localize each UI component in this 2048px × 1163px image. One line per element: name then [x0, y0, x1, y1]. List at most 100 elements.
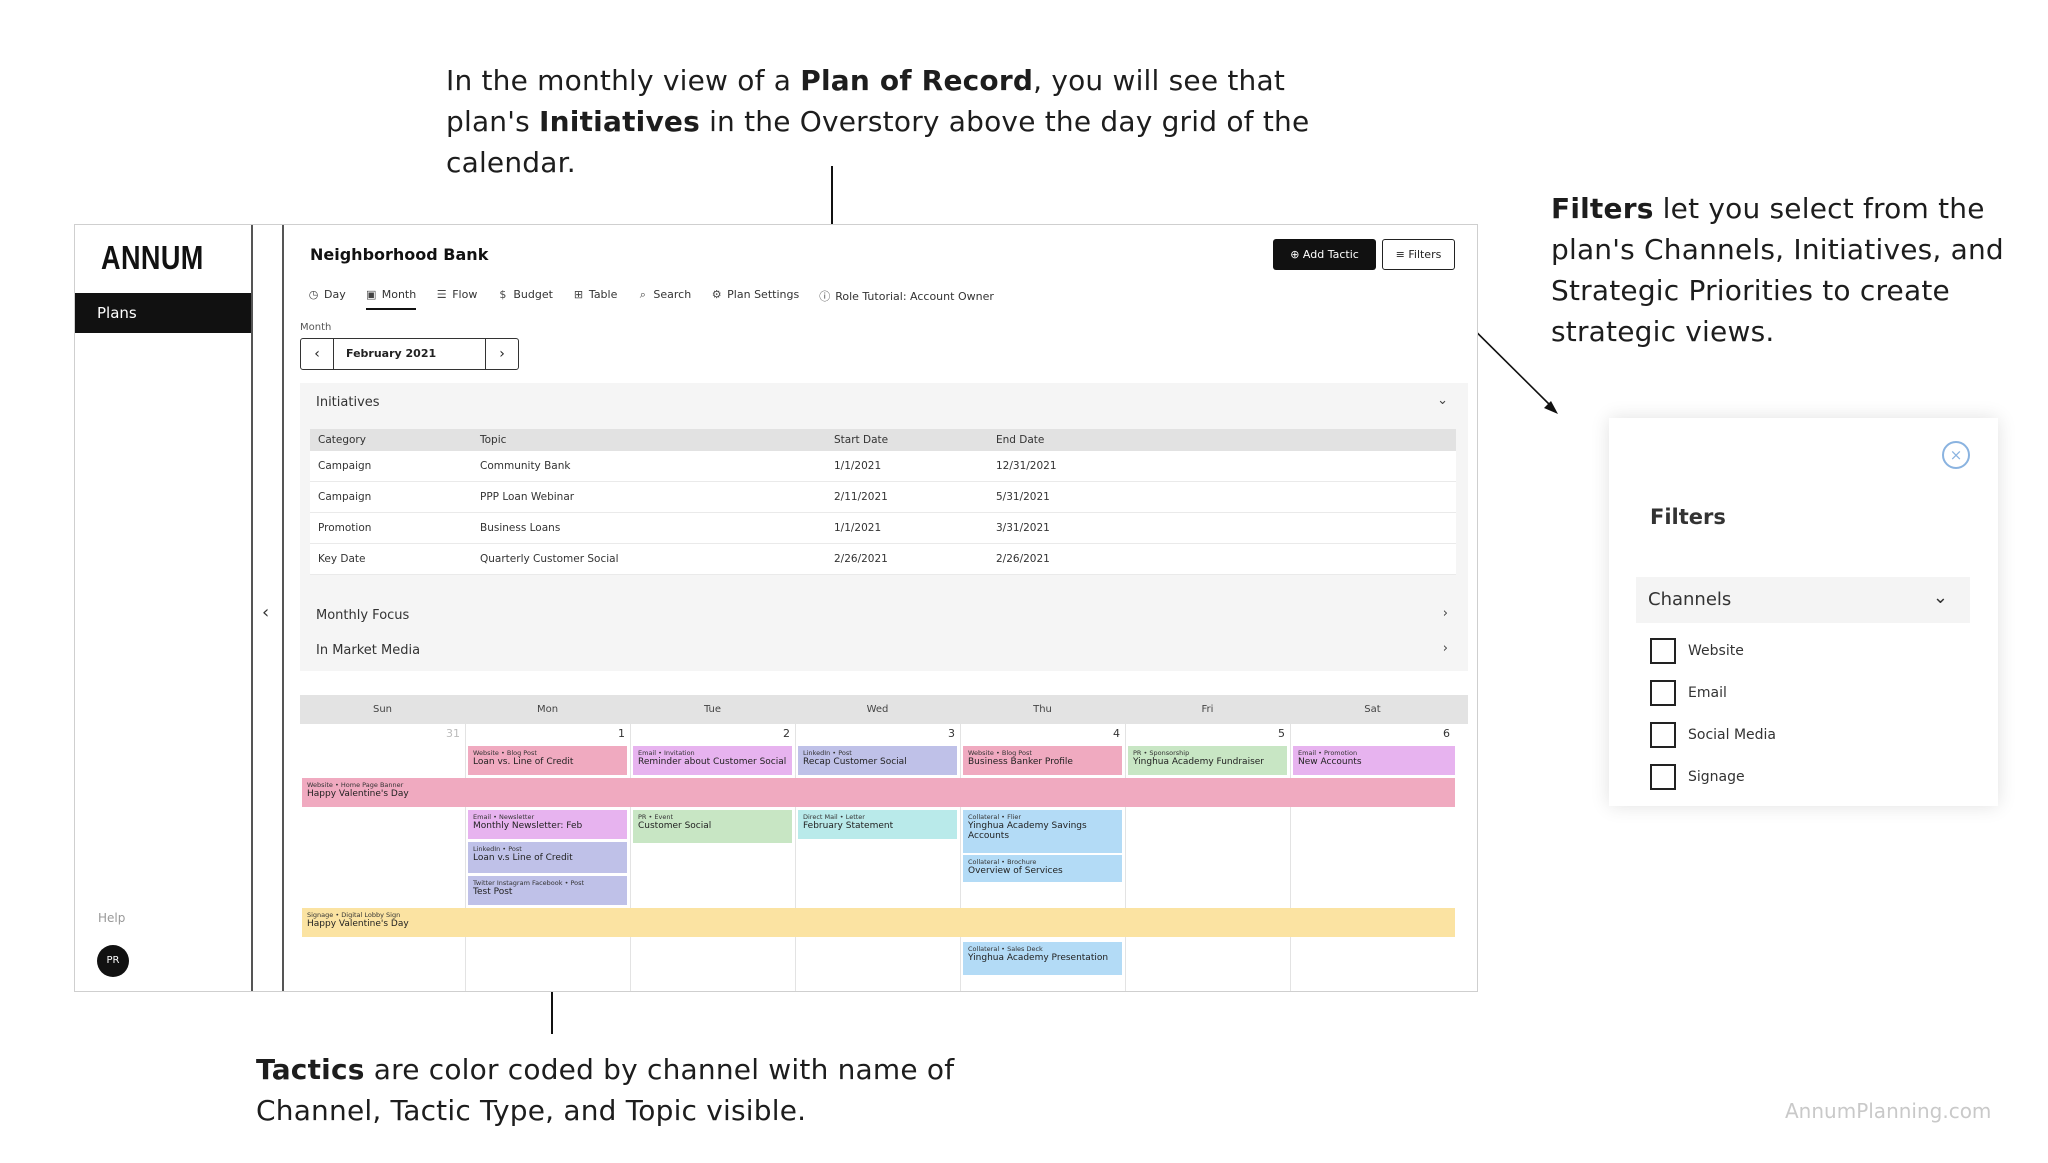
- tactic-card[interactable]: Signage • Digital Lobby Sign Happy Valen…: [302, 908, 1455, 937]
- chevron-right-icon[interactable]: ›: [1443, 641, 1448, 656]
- table-cell: 12/31/2021: [988, 451, 1456, 482]
- tactic-channel-type: PR • Event: [638, 813, 674, 821]
- table-cell: Key Date: [310, 543, 472, 575]
- tactic-channel-type: Collateral • Sales Deck: [968, 945, 1043, 953]
- chevron-left-icon[interactable]: ‹: [262, 602, 269, 623]
- day-number: 1: [618, 727, 625, 740]
- tactic-card[interactable]: Email • Promotion New Accounts: [1293, 746, 1455, 775]
- tab-plan-settings[interactable]: ⚙ Plan Settings: [711, 288, 799, 310]
- tab-role-tutorial[interactable]: ⓘ Role Tutorial: Account Owner: [819, 288, 994, 310]
- filters-label: Filters: [1408, 248, 1442, 261]
- tactic-topic: Recap Customer Social: [803, 757, 907, 767]
- table-icon: ⊞: [573, 288, 584, 301]
- tab-table[interactable]: ⊞ Table: [573, 288, 618, 310]
- tab-month[interactable]: ▣ Month: [365, 288, 417, 310]
- table-cell: 2/26/2021: [988, 543, 1456, 575]
- calendar-icon: ▣: [366, 288, 377, 301]
- table-cell: 1/1/2021: [826, 512, 988, 544]
- chevron-down-icon[interactable]: ⌄: [1437, 393, 1448, 408]
- tab-search[interactable]: ⌕ Search: [637, 288, 691, 310]
- tactic-topic: Customer Social: [638, 821, 712, 831]
- table-cell: 2/26/2021: [826, 543, 988, 575]
- grid-divider: [795, 724, 796, 991]
- checkbox[interactable]: [1650, 680, 1676, 706]
- prev-month-button[interactable]: ‹: [301, 339, 334, 369]
- tactic-card[interactable]: PR • Sponsorship Yinghua Academy Fundrai…: [1128, 746, 1287, 775]
- checkbox[interactable]: [1650, 764, 1676, 790]
- checkbox[interactable]: [1650, 638, 1676, 664]
- column-header[interactable]: End Date: [988, 429, 1456, 451]
- tactic-topic: Business Banker Profile: [968, 757, 1073, 767]
- next-month-button[interactable]: ›: [485, 339, 518, 369]
- monthly-focus-header[interactable]: Monthly Focus: [316, 608, 409, 623]
- table-cell: 5/31/2021: [988, 481, 1456, 513]
- tactic-card[interactable]: Email • Invitation Reminder about Custom…: [633, 746, 792, 775]
- tab-budget[interactable]: $ Budget: [497, 288, 553, 310]
- table-cell: 2/11/2021: [826, 481, 988, 513]
- table-row[interactable]: Campaign PPP Loan Webinar 2/11/2021 5/31…: [310, 481, 1456, 513]
- tactic-topic: New Accounts: [1298, 757, 1362, 767]
- add-tactic-button[interactable]: ⊕ Add Tactic: [1273, 239, 1376, 270]
- close-icon[interactable]: ×: [1942, 441, 1970, 469]
- grid-divider: [630, 724, 631, 991]
- calendar-grid: 31 1 2 3 4 5 6 Website • Blog Post Loan …: [300, 724, 1468, 991]
- tab-label: Role Tutorial: Account Owner: [835, 290, 994, 303]
- tactic-channel-type: Collateral • Flier: [968, 813, 1022, 821]
- tactic-topic: Yinghua Academy Fundraiser: [1133, 757, 1264, 767]
- tactic-card[interactable]: PR • Event Customer Social: [633, 810, 792, 843]
- filter-option-label: Signage: [1688, 769, 1745, 785]
- column-header[interactable]: Category: [310, 429, 472, 451]
- tab-label: Day: [324, 288, 346, 301]
- footer-brand: AnnumPlanning.com: [1785, 1099, 1992, 1123]
- sidebar-collapse-bar[interactable]: ‹: [253, 225, 284, 991]
- page-title: Neighborhood Bank: [310, 245, 489, 264]
- tactic-card[interactable]: Website • Blog Post Loan vs. Line of Cre…: [468, 746, 627, 775]
- tactic-card[interactable]: Twitter Instagram Facebook • Post Test P…: [468, 876, 627, 905]
- tactic-card[interactable]: Website • Home Page Banner Happy Valenti…: [302, 778, 1455, 807]
- grid-divider: [465, 724, 466, 991]
- avatar[interactable]: PR: [97, 945, 129, 977]
- sidebar-item-plans[interactable]: Plans: [75, 293, 251, 333]
- month-value[interactable]: February 2021: [346, 339, 436, 369]
- tab-flow[interactable]: ☰ Flow: [436, 288, 478, 310]
- channels-section-header[interactable]: Channels ⌄: [1636, 577, 1970, 623]
- caption-plan-of-record: In the monthly view of a Plan of Record,…: [446, 60, 1346, 183]
- weekday-label: Fri: [1201, 704, 1214, 715]
- tactic-card[interactable]: Collateral • Flier Yinghua Academy Savin…: [963, 810, 1122, 853]
- tactic-card[interactable]: Website • Blog Post Business Banker Prof…: [963, 746, 1122, 775]
- filters-title: Filters: [1650, 505, 1726, 529]
- table-cell: 1/1/2021: [826, 451, 988, 482]
- table-row[interactable]: Campaign Community Bank 1/1/2021 12/31/2…: [310, 451, 1456, 482]
- tactic-card[interactable]: Collateral • Brochure Overview of Servic…: [963, 855, 1122, 882]
- tactic-topic: Yinghua Academy Savings Accounts: [968, 821, 1087, 841]
- initiatives-header[interactable]: Initiatives: [316, 395, 380, 410]
- tab-label: Month: [381, 288, 417, 301]
- tab-label: Plan Settings: [727, 288, 800, 301]
- tactic-channel-type: Email • Newsletter: [473, 813, 535, 821]
- filter-option-label: Email: [1688, 685, 1727, 701]
- flow-icon: ☰: [436, 288, 447, 301]
- clock-icon: ◷: [308, 288, 319, 301]
- column-header[interactable]: Topic: [472, 429, 826, 451]
- tactic-card[interactable]: Email • Newsletter Monthly Newsletter: F…: [468, 810, 627, 839]
- help-link[interactable]: Help: [98, 911, 125, 925]
- tab-day[interactable]: ◷ Day: [308, 288, 346, 310]
- tactic-card[interactable]: LinkedIn • Post Recap Customer Social: [798, 746, 957, 775]
- tactic-card[interactable]: LinkedIn • Post Loan v.s Line of Credit: [468, 842, 627, 873]
- chevron-right-icon[interactable]: ›: [1443, 606, 1448, 621]
- checkbox[interactable]: [1650, 722, 1676, 748]
- day-number: 3: [948, 727, 955, 740]
- tactic-card[interactable]: Collateral • Sales Deck Yinghua Academy …: [963, 942, 1122, 975]
- column-header[interactable]: Start Date: [826, 429, 988, 451]
- tactic-channel-type: PR • Sponsorship: [1133, 749, 1190, 757]
- table-row[interactable]: Key Date Quarterly Customer Social 2/26/…: [310, 543, 1456, 575]
- tactic-card[interactable]: Direct Mail • Letter February Statement: [798, 810, 957, 839]
- in-market-media-header[interactable]: In Market Media: [316, 643, 420, 658]
- filters-button[interactable]: ≡ Filters: [1382, 239, 1455, 270]
- day-number: 4: [1113, 727, 1120, 740]
- tactic-channel-type: Website • Blog Post: [473, 749, 537, 757]
- table-row[interactable]: Promotion Business Loans 1/1/2021 3/31/2…: [310, 512, 1456, 544]
- tactic-topic: Loan vs. Line of Credit: [473, 757, 574, 767]
- month-picker: ‹ February 2021 ›: [300, 338, 519, 370]
- tactic-channel-type: Collateral • Brochure: [968, 858, 1037, 866]
